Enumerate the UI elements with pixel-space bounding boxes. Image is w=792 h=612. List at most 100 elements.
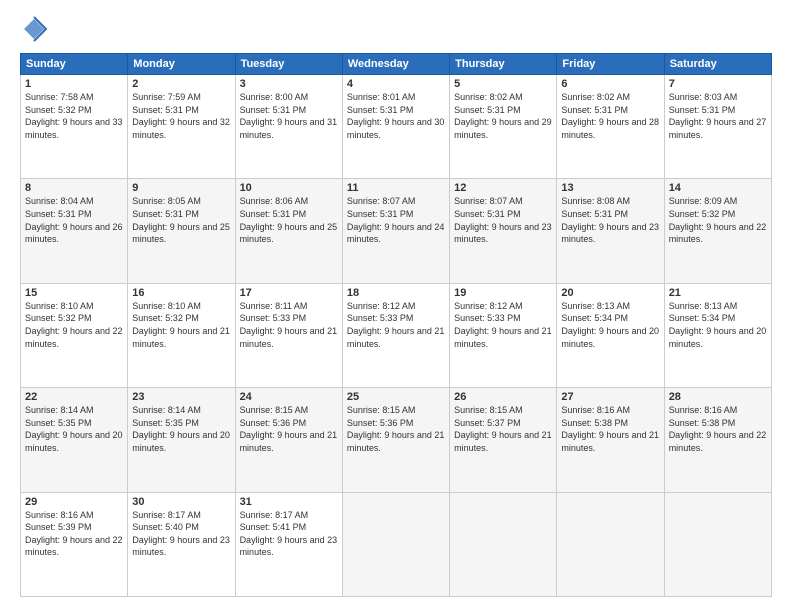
calendar-cell: 7Sunrise: 8:03 AMSunset: 5:31 PMDaylight… [664,75,771,179]
day-number: 5 [454,78,552,90]
day-info: Sunrise: 8:03 AMSunset: 5:31 PMDaylight:… [669,91,767,141]
calendar-header-tuesday: Tuesday [235,54,342,75]
day-info: Sunrise: 8:07 AMSunset: 5:31 PMDaylight:… [454,195,552,245]
calendar-cell: 28Sunrise: 8:16 AMSunset: 5:38 PMDayligh… [664,388,771,492]
day-info: Sunrise: 8:06 AMSunset: 5:31 PMDaylight:… [240,195,338,245]
calendar-cell: 16Sunrise: 8:10 AMSunset: 5:32 PMDayligh… [128,283,235,387]
day-number: 22 [25,391,123,403]
calendar-cell [450,492,557,596]
calendar-cell: 25Sunrise: 8:15 AMSunset: 5:36 PMDayligh… [342,388,449,492]
calendar-header-sunday: Sunday [21,54,128,75]
day-number: 24 [240,391,338,403]
calendar-header-thursday: Thursday [450,54,557,75]
calendar-body: 1Sunrise: 7:58 AMSunset: 5:32 PMDaylight… [21,75,772,597]
logo-icon [20,15,48,43]
calendar-week-row: 29Sunrise: 8:16 AMSunset: 5:39 PMDayligh… [21,492,772,596]
day-info: Sunrise: 8:00 AMSunset: 5:31 PMDaylight:… [240,91,338,141]
day-number: 26 [454,391,552,403]
day-info: Sunrise: 8:16 AMSunset: 5:38 PMDaylight:… [669,404,767,454]
day-number: 3 [240,78,338,90]
logo [20,15,52,43]
day-info: Sunrise: 8:12 AMSunset: 5:33 PMDaylight:… [347,300,445,350]
day-number: 28 [669,391,767,403]
day-info: Sunrise: 8:15 AMSunset: 5:36 PMDaylight:… [240,404,338,454]
calendar-cell: 9Sunrise: 8:05 AMSunset: 5:31 PMDaylight… [128,179,235,283]
day-info: Sunrise: 8:11 AMSunset: 5:33 PMDaylight:… [240,300,338,350]
calendar-cell: 21Sunrise: 8:13 AMSunset: 5:34 PMDayligh… [664,283,771,387]
calendar-week-row: 1Sunrise: 7:58 AMSunset: 5:32 PMDaylight… [21,75,772,179]
calendar-cell: 17Sunrise: 8:11 AMSunset: 5:33 PMDayligh… [235,283,342,387]
day-number: 16 [132,287,230,299]
calendar-cell: 18Sunrise: 8:12 AMSunset: 5:33 PMDayligh… [342,283,449,387]
day-info: Sunrise: 8:12 AMSunset: 5:33 PMDaylight:… [454,300,552,350]
day-info: Sunrise: 8:13 AMSunset: 5:34 PMDaylight:… [669,300,767,350]
day-number: 14 [669,182,767,194]
calendar-table: SundayMondayTuesdayWednesdayThursdayFrid… [20,53,772,597]
day-number: 25 [347,391,445,403]
calendar-header-friday: Friday [557,54,664,75]
day-number: 10 [240,182,338,194]
day-info: Sunrise: 8:14 AMSunset: 5:35 PMDaylight:… [132,404,230,454]
day-info: Sunrise: 8:10 AMSunset: 5:32 PMDaylight:… [132,300,230,350]
day-number: 8 [25,182,123,194]
day-number: 15 [25,287,123,299]
day-number: 9 [132,182,230,194]
day-number: 6 [561,78,659,90]
calendar-cell: 30Sunrise: 8:17 AMSunset: 5:40 PMDayligh… [128,492,235,596]
day-number: 13 [561,182,659,194]
calendar-cell: 20Sunrise: 8:13 AMSunset: 5:34 PMDayligh… [557,283,664,387]
calendar-cell: 4Sunrise: 8:01 AMSunset: 5:31 PMDaylight… [342,75,449,179]
day-number: 1 [25,78,123,90]
day-info: Sunrise: 8:01 AMSunset: 5:31 PMDaylight:… [347,91,445,141]
calendar-header-row: SundayMondayTuesdayWednesdayThursdayFrid… [21,54,772,75]
day-number: 29 [25,496,123,508]
header [20,15,772,43]
day-info: Sunrise: 8:07 AMSunset: 5:31 PMDaylight:… [347,195,445,245]
calendar-cell: 12Sunrise: 8:07 AMSunset: 5:31 PMDayligh… [450,179,557,283]
calendar-cell: 10Sunrise: 8:06 AMSunset: 5:31 PMDayligh… [235,179,342,283]
day-number: 21 [669,287,767,299]
day-number: 31 [240,496,338,508]
day-info: Sunrise: 7:58 AMSunset: 5:32 PMDaylight:… [25,91,123,141]
calendar-header-monday: Monday [128,54,235,75]
day-info: Sunrise: 8:15 AMSunset: 5:37 PMDaylight:… [454,404,552,454]
day-number: 30 [132,496,230,508]
calendar-cell: 19Sunrise: 8:12 AMSunset: 5:33 PMDayligh… [450,283,557,387]
calendar-cell: 11Sunrise: 8:07 AMSunset: 5:31 PMDayligh… [342,179,449,283]
calendar-week-row: 22Sunrise: 8:14 AMSunset: 5:35 PMDayligh… [21,388,772,492]
day-number: 7 [669,78,767,90]
calendar-cell: 8Sunrise: 8:04 AMSunset: 5:31 PMDaylight… [21,179,128,283]
calendar-cell: 23Sunrise: 8:14 AMSunset: 5:35 PMDayligh… [128,388,235,492]
day-number: 4 [347,78,445,90]
calendar-cell: 27Sunrise: 8:16 AMSunset: 5:38 PMDayligh… [557,388,664,492]
day-number: 11 [347,182,445,194]
calendar-header-saturday: Saturday [664,54,771,75]
calendar-cell: 24Sunrise: 8:15 AMSunset: 5:36 PMDayligh… [235,388,342,492]
calendar-cell: 14Sunrise: 8:09 AMSunset: 5:32 PMDayligh… [664,179,771,283]
calendar-cell: 2Sunrise: 7:59 AMSunset: 5:31 PMDaylight… [128,75,235,179]
calendar-cell: 13Sunrise: 8:08 AMSunset: 5:31 PMDayligh… [557,179,664,283]
day-info: Sunrise: 8:17 AMSunset: 5:41 PMDaylight:… [240,509,338,559]
day-info: Sunrise: 8:04 AMSunset: 5:31 PMDaylight:… [25,195,123,245]
day-info: Sunrise: 8:15 AMSunset: 5:36 PMDaylight:… [347,404,445,454]
day-info: Sunrise: 8:08 AMSunset: 5:31 PMDaylight:… [561,195,659,245]
calendar-cell [557,492,664,596]
day-info: Sunrise: 8:02 AMSunset: 5:31 PMDaylight:… [561,91,659,141]
day-number: 17 [240,287,338,299]
calendar-cell: 31Sunrise: 8:17 AMSunset: 5:41 PMDayligh… [235,492,342,596]
calendar-cell: 6Sunrise: 8:02 AMSunset: 5:31 PMDaylight… [557,75,664,179]
calendar-cell: 15Sunrise: 8:10 AMSunset: 5:32 PMDayligh… [21,283,128,387]
day-info: Sunrise: 8:09 AMSunset: 5:32 PMDaylight:… [669,195,767,245]
day-info: Sunrise: 7:59 AMSunset: 5:31 PMDaylight:… [132,91,230,141]
day-number: 19 [454,287,552,299]
calendar-week-row: 15 Sunrise: 8:10 AMSunset: 5:32 PMDayligh… [21,283,772,387]
day-info: Sunrise: 8:14 AMSunset: 5:35 PMDaylight:… [25,404,123,454]
day-info: Sunrise: 8:05 AMSunset: 5:31 PMDaylight:… [132,195,230,245]
calendar-cell [664,492,771,596]
calendar-week-row: 8Sunrise: 8:04 AMSunset: 5:31 PMDaylight… [21,179,772,283]
day-number: 23 [132,391,230,403]
day-info: Sunrise: 8:17 AMSunset: 5:40 PMDaylight:… [132,509,230,559]
calendar-cell: 29Sunrise: 8:16 AMSunset: 5:39 PMDayligh… [21,492,128,596]
calendar-cell: 1Sunrise: 7:58 AMSunset: 5:32 PMDaylight… [21,75,128,179]
day-number: 2 [132,78,230,90]
